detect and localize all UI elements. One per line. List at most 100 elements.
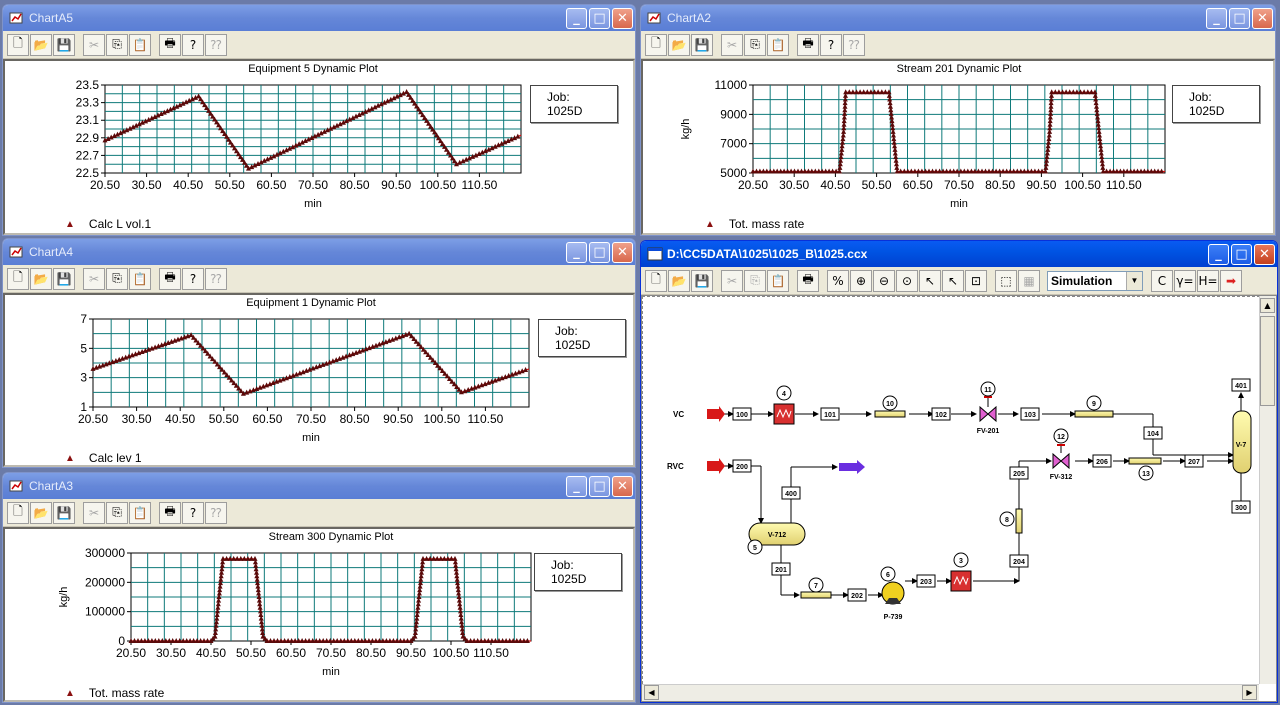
pipe-13[interactable] xyxy=(1128,457,1162,465)
paste-icon[interactable]: 📋 xyxy=(767,269,789,292)
paste-icon[interactable]: 📋 xyxy=(129,33,151,56)
enthalpy-button[interactable]: H= xyxy=(1197,269,1219,292)
unit-12[interactable]: 12 xyxy=(1057,434,1065,441)
open-icon[interactable]: 📂 xyxy=(668,269,690,292)
cursor-c-button[interactable]: C xyxy=(1151,269,1173,292)
close-button[interactable]: ✕ xyxy=(1254,243,1275,265)
unit-6[interactable]: 6 xyxy=(886,572,890,579)
vertical-scrollbar[interactable]: ▲ xyxy=(1259,296,1276,684)
new-icon[interactable]: 🗋 xyxy=(645,269,667,292)
minimize-button[interactable]: _ xyxy=(566,7,587,29)
context-help-icon[interactable]: ⁇ xyxy=(205,267,227,290)
copy-icon[interactable]: ⎘ xyxy=(744,269,766,292)
flowsheet-diagram[interactable]: VC RVC 100 101 102 103 104 200 201 202 2… xyxy=(642,296,1260,684)
maximize-button[interactable]: □ xyxy=(589,241,610,263)
scroll-left-icon[interactable]: ◀ xyxy=(644,685,659,700)
stream-300[interactable]: 300 xyxy=(1235,505,1247,512)
gamma-button[interactable]: γ= xyxy=(1174,269,1196,292)
heater-3[interactable] xyxy=(950,570,972,592)
paste-icon[interactable]: 📋 xyxy=(129,267,151,290)
minimize-button[interactable]: _ xyxy=(1206,7,1227,29)
copy-icon[interactable]: ⎘ xyxy=(106,501,128,524)
percent-icon[interactable]: % xyxy=(827,269,849,292)
print-icon[interactable]: 🖶 xyxy=(159,33,181,56)
chart-window-a5[interactable]: ChartA5 _ □ ✕ 🗋 📂 💾 ✂ ⎘ 📋 🖶 ? ⁇ Equipmen… xyxy=(2,4,636,236)
maximize-button[interactable]: □ xyxy=(1231,243,1252,265)
help-icon[interactable]: ? xyxy=(820,33,842,56)
print-icon[interactable]: 🖶 xyxy=(797,33,819,56)
paste-icon[interactable]: 📋 xyxy=(129,501,151,524)
open-icon[interactable]: 📂 xyxy=(30,33,52,56)
open-icon[interactable]: 📂 xyxy=(30,267,52,290)
copy-icon[interactable]: ⎘ xyxy=(106,33,128,56)
paste-icon[interactable]: 📋 xyxy=(767,33,789,56)
print-icon[interactable]: 🖶 xyxy=(797,269,819,292)
stream-101[interactable]: 101 xyxy=(824,412,836,419)
help-icon[interactable]: ? xyxy=(182,267,204,290)
context-help-icon[interactable]: ⁇ xyxy=(205,33,227,56)
pipe-7[interactable] xyxy=(800,591,832,599)
stream-200[interactable]: 200 xyxy=(736,464,748,471)
context-help-icon[interactable]: ⁇ xyxy=(843,33,865,56)
scroll-right-icon[interactable]: ▶ xyxy=(1242,685,1257,700)
stream-100[interactable]: 100 xyxy=(736,412,748,419)
title-bar[interactable]: D:\CC5DATA\1025\1025_B\1025.ccx _ □ ✕ xyxy=(641,241,1277,267)
unit-4[interactable]: 4 xyxy=(782,391,786,398)
zoom-in-icon[interactable]: ⊕ xyxy=(850,269,872,292)
chart-window-a2[interactable]: ChartA2 _ □ ✕ 🗋 📂 💾 ✂ ⎘ 📋 🖶 ? ⁇ Stream 2… xyxy=(640,4,1276,236)
title-bar[interactable]: ChartA4 _ □ ✕ xyxy=(3,239,635,265)
stream-104[interactable]: 104 xyxy=(1147,431,1159,438)
maximize-button[interactable]: □ xyxy=(1229,7,1250,29)
help-icon[interactable]: ? xyxy=(182,33,204,56)
save-icon[interactable]: 💾 xyxy=(53,267,75,290)
maximize-button[interactable]: □ xyxy=(589,7,610,29)
mode-select[interactable]: Simulation ▼ xyxy=(1047,270,1143,291)
close-button[interactable]: ✕ xyxy=(612,241,633,263)
unit-7[interactable]: 7 xyxy=(814,583,818,590)
close-button[interactable]: ✕ xyxy=(612,475,633,497)
grid-icon[interactable]: ▦ xyxy=(1018,269,1040,292)
flowsheet-window[interactable]: D:\CC5DATA\1025\1025_B\1025.ccx _ □ ✕ 🗋 … xyxy=(640,240,1278,703)
minimize-button[interactable]: _ xyxy=(1208,243,1229,265)
copy-icon[interactable]: ⎘ xyxy=(106,267,128,290)
new-icon[interactable]: 🗋 xyxy=(645,33,667,56)
title-bar[interactable]: ChartA5 _ □ ✕ xyxy=(3,5,635,31)
help-icon[interactable]: ? xyxy=(182,501,204,524)
unit-11[interactable]: 11 xyxy=(984,387,992,394)
save-icon[interactable]: 💾 xyxy=(691,269,713,292)
pipe-9[interactable] xyxy=(1074,410,1114,418)
pipe-8[interactable] xyxy=(1015,508,1023,534)
save-icon[interactable]: 💾 xyxy=(53,33,75,56)
zoom-fit-icon[interactable]: ⊙ xyxy=(896,269,918,292)
cut-icon[interactable]: ✂ xyxy=(721,269,743,292)
stream-103[interactable]: 103 xyxy=(1024,412,1036,419)
stream-202[interactable]: 202 xyxy=(851,593,863,600)
chart-window-a3[interactable]: ChartA3 _ □ ✕ 🗋 📂 💾 ✂ ⎘ 📋 🖶 ? ⁇ Stream 3… xyxy=(2,472,636,703)
scroll-up-icon[interactable]: ▲ xyxy=(1260,298,1275,313)
maximize-button[interactable]: □ xyxy=(589,475,610,497)
delete-stream-icon[interactable]: ↖ xyxy=(942,269,964,292)
unit-9[interactable]: 9 xyxy=(1092,401,1096,408)
save-icon[interactable]: 💾 xyxy=(691,33,713,56)
minimize-button[interactable]: _ xyxy=(566,475,587,497)
open-icon[interactable]: 📂 xyxy=(668,33,690,56)
open-icon[interactable]: 📂 xyxy=(30,501,52,524)
stream-207[interactable]: 207 xyxy=(1188,459,1200,466)
cut-icon[interactable]: ✂ xyxy=(83,33,105,56)
cut-icon[interactable]: ✂ xyxy=(83,267,105,290)
unit-8[interactable]: 8 xyxy=(1005,517,1009,524)
close-button[interactable]: ✕ xyxy=(1252,7,1273,29)
new-icon[interactable]: 🗋 xyxy=(7,501,29,524)
stream-203[interactable]: 203 xyxy=(920,579,932,586)
save-icon[interactable]: 💾 xyxy=(53,501,75,524)
zoom-out-icon[interactable]: ⊖ xyxy=(873,269,895,292)
context-help-icon[interactable]: ⁇ xyxy=(205,501,227,524)
select-box-icon[interactable]: ⬚ xyxy=(995,269,1017,292)
unit-3[interactable]: 3 xyxy=(959,558,963,565)
copy-icon[interactable]: ⎘ xyxy=(744,33,766,56)
new-icon[interactable]: 🗋 xyxy=(7,267,29,290)
stream-400[interactable]: 400 xyxy=(785,491,797,498)
column-vessel[interactable]: V-7 xyxy=(1232,410,1252,474)
stream-204[interactable]: 204 xyxy=(1013,559,1025,566)
pipe-10[interactable] xyxy=(874,410,906,418)
